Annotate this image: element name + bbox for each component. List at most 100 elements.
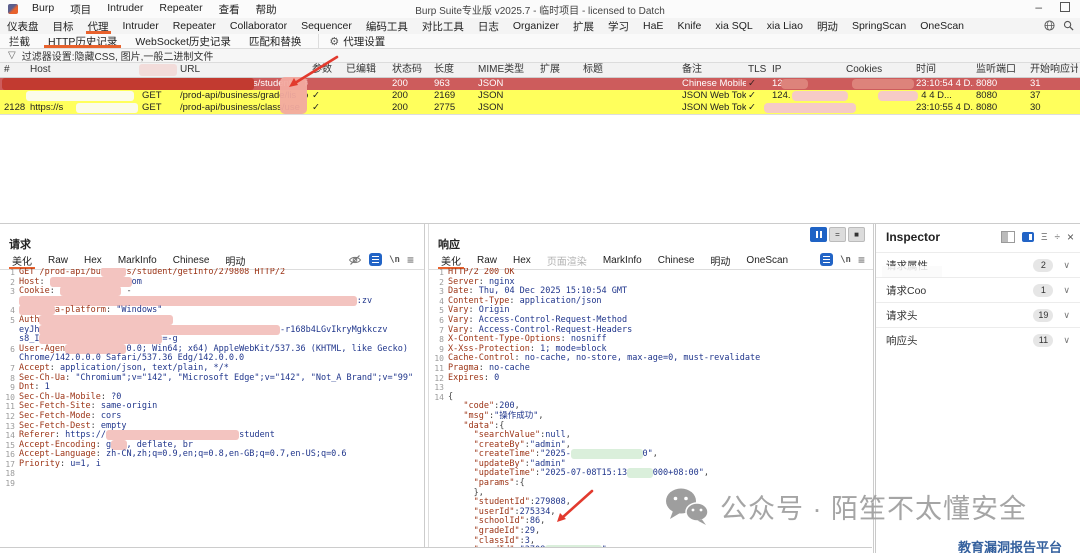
inspector-section[interactable]: 请求头 19 ∨ (876, 302, 1080, 327)
main-tab[interactable]: 仪表盘 (0, 18, 46, 34)
search-icon[interactable] (1063, 20, 1074, 31)
column-header[interactable]: 扩展 (540, 63, 580, 77)
code-text: : (560, 334, 571, 345)
request-editor[interactable]: 1 GET /prod-api/bu s/student/getInfo/2798… (0, 268, 424, 547)
menu-item[interactable]: Intruder (99, 2, 151, 17)
pause-button[interactable] (810, 227, 827, 242)
main-tab[interactable]: 编码工具 (359, 18, 415, 34)
inspector-section[interactable]: 请求Coo 1 ∨ (876, 277, 1080, 302)
editor-tab[interactable]: 明动 (217, 251, 253, 269)
code-text: Sec-Ch-Ua-Mobile (19, 391, 101, 402)
main-tab[interactable]: Intruder (116, 18, 166, 34)
column-header[interactable]: 监听端口 (976, 63, 1026, 77)
main-tab[interactable]: xia SQL (708, 18, 759, 34)
column-header[interactable]: # (4, 63, 28, 77)
main-tab[interactable]: xia Liao (760, 18, 810, 34)
column-header[interactable]: MIME类型 (478, 63, 536, 77)
sub-tab[interactable]: WebSocket历史记录 (126, 34, 240, 48)
menu-item[interactable]: 帮助 (248, 2, 285, 17)
main-tab[interactable]: Knife (670, 18, 708, 34)
editor-tab[interactable]: Chinese (165, 251, 218, 269)
step-button[interactable]: = (829, 227, 846, 242)
sub-tab[interactable]: 拦截 (0, 34, 39, 48)
main-tab[interactable]: Repeater (166, 18, 223, 34)
column-header[interactable]: 已编辑 (346, 63, 388, 77)
maximize-button[interactable] (1060, 2, 1070, 12)
close-icon[interactable]: × (1067, 230, 1074, 244)
globe-icon[interactable] (1044, 20, 1055, 31)
editor-tab[interactable]: 明动 (702, 251, 738, 269)
editor-tab[interactable]: 美化 (4, 251, 40, 269)
editor-tab[interactable]: MarkInfo (595, 251, 650, 269)
code-text: Content-Type (448, 295, 510, 306)
menu-item[interactable]: 项目 (62, 2, 99, 17)
menu-item[interactable]: Burp (24, 2, 62, 17)
editor-tab[interactable]: MarkInfo (110, 251, 165, 269)
column-header[interactable]: 长度 (434, 63, 474, 77)
main-tab[interactable]: 代理 (81, 18, 116, 34)
main-tab[interactable]: Collaborator (223, 18, 294, 34)
collapse-all-icon[interactable]: ÷ (1054, 232, 1060, 243)
main-tab[interactable]: Organizer (506, 18, 566, 34)
column-header[interactable]: URL (180, 63, 308, 77)
main-tab[interactable]: SpringScan (845, 18, 913, 34)
editor-menu-icon[interactable]: ≡ (858, 254, 865, 266)
main-tab[interactable]: 扩展 (566, 18, 601, 34)
editor-tab[interactable]: Chinese (650, 251, 703, 269)
editor-tab[interactable]: Raw (469, 251, 505, 269)
column-header[interactable]: Cookies (846, 63, 914, 77)
stop-button[interactable]: ■ (848, 227, 865, 242)
request-toolbar: \n ≡ (348, 253, 414, 266)
main-tab[interactable]: Sequencer (294, 18, 359, 34)
column-header[interactable]: 备注 (682, 63, 746, 77)
column-header[interactable]: TLS (748, 63, 770, 77)
column-header[interactable]: 时间 (916, 63, 974, 77)
hide-eye-icon[interactable] (348, 254, 362, 266)
main-tab[interactable]: 明动 (810, 18, 845, 34)
newline-toggle-icon[interactable]: \n (389, 255, 400, 265)
main-tab[interactable]: 学习 (601, 18, 636, 34)
pretty-lines-icon[interactable] (369, 253, 383, 266)
minimize-button[interactable]: – (1035, 1, 1042, 13)
code-text: { (448, 391, 454, 402)
code-text: : (483, 372, 495, 383)
main-tab[interactable]: OneScan (913, 18, 971, 34)
table-cell (4, 90, 28, 102)
column-header[interactable]: IP (772, 63, 844, 77)
editor-tab[interactable]: Raw (40, 251, 76, 269)
menu-item[interactable]: Repeater (151, 2, 210, 17)
main-tab[interactable]: HaE (636, 18, 670, 34)
inspector-pinned-view-icon[interactable] (1021, 232, 1034, 242)
editor-tab[interactable]: 美化 (433, 251, 469, 269)
editor-tab[interactable]: Hex (505, 251, 539, 269)
column-header[interactable]: 标题 (583, 63, 679, 77)
menu-item[interactable]: 查看 (211, 2, 248, 17)
column-header[interactable]: 开始响应计 (1030, 63, 1078, 77)
editor-tab[interactable]: 页面渲染 (539, 251, 595, 269)
inspector-section[interactable]: 响应头 11 ∨ (876, 327, 1080, 352)
code-text: a-platform (54, 305, 107, 316)
editor-menu-icon[interactable]: ≡ (407, 254, 414, 266)
column-header[interactable]: 状态码 (392, 63, 430, 77)
code-text: Access-Control-Request-Method (478, 314, 628, 325)
code-text: , (703, 468, 710, 479)
sub-tab[interactable]: 匹配和替换 (240, 34, 311, 48)
column-header[interactable]: Host (30, 63, 140, 77)
proxy-settings-button[interactable]: ⚙ 代理设置 (318, 34, 395, 48)
main-tab[interactable]: 对比工具 (415, 18, 471, 34)
main-tab[interactable]: 目标 (46, 18, 81, 34)
pretty-lines-icon[interactable] (820, 253, 834, 266)
main-tab[interactable]: 日志 (471, 18, 506, 34)
inspector-view-icon[interactable] (1000, 231, 1015, 243)
sub-tab[interactable]: HTTP历史记录 (39, 34, 126, 48)
editor-tab[interactable]: Hex (76, 251, 110, 269)
expand-all-icon[interactable]: Ξ (1041, 232, 1048, 243)
code-text: 0" (642, 449, 653, 460)
newline-toggle-icon[interactable]: \n (840, 255, 851, 265)
platform-link[interactable]: 教育漏洞报告平台 (958, 537, 1062, 553)
code-text: : (106, 305, 117, 316)
table-cell: ✓ (312, 90, 320, 101)
editor-tab[interactable]: OneScan (738, 251, 796, 269)
filter-bar[interactable]: ▽ 过滤器设置:隐藏CSS, 图片,一般二进制文件 (0, 49, 1080, 63)
column-header[interactable]: 参数 (312, 63, 344, 77)
